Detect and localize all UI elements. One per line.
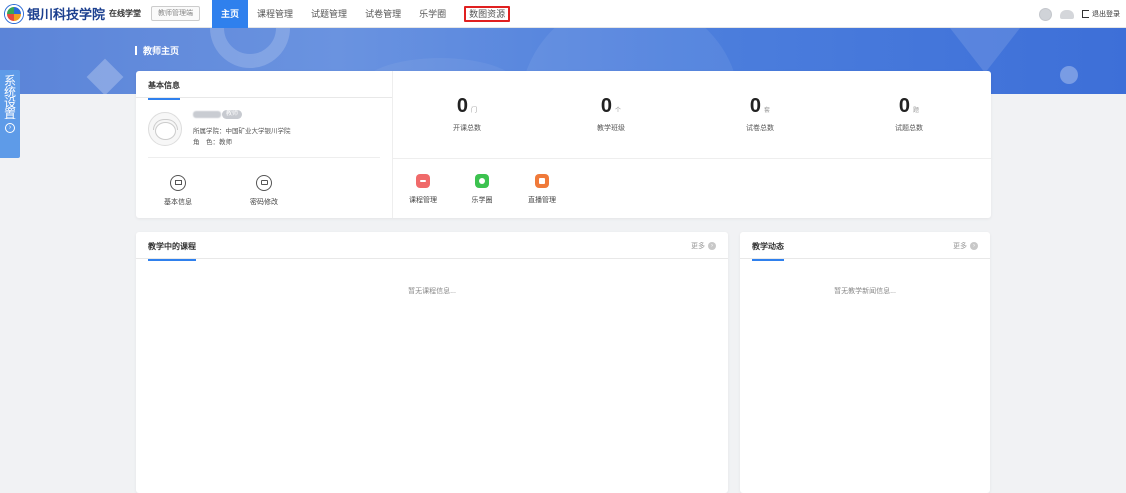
- stat-questions: 0题 试题总数: [859, 95, 959, 133]
- app-label: 课程管理: [409, 197, 437, 204]
- courses-more-link[interactable]: 更多 ›: [691, 241, 716, 251]
- school-logo[interactable]: 银川科技学院 在线学堂: [5, 0, 141, 28]
- nav-item-digital-resources-label: 数图资源: [464, 5, 511, 22]
- courses-card: 教学中的课程 更多 › 暂无课程信息...: [136, 232, 728, 493]
- divider: [148, 157, 380, 158]
- title-bar: [135, 46, 137, 55]
- app-label: 直播管理: [528, 197, 556, 204]
- school-emblem-icon: [5, 4, 23, 23]
- role-text: 角 色：教师: [193, 139, 232, 146]
- stat-unit: 个: [615, 108, 622, 114]
- stat-label: 教学班级: [597, 125, 625, 132]
- stat-courses: 0门 开课总数: [417, 95, 517, 133]
- news-card: 教学动态 更多 › 暂无教学新闻信息...: [740, 232, 990, 493]
- page-title: 教师主页: [135, 44, 179, 57]
- app-course-management[interactable]: 课程管理: [401, 174, 445, 205]
- app-learning-circle[interactable]: 乐学圈: [460, 174, 504, 205]
- stat-label: 试卷总数: [746, 125, 774, 132]
- logo-subtitle: 在线学堂: [109, 9, 142, 18]
- system-settings-tab[interactable]: 系统设置 ›: [0, 70, 20, 158]
- main-nav: 主页 课程管理 试题管理 试卷管理 乐学圈 数图资源: [212, 0, 519, 28]
- stat-papers: 0套 试卷总数: [710, 95, 810, 133]
- news-more-link[interactable]: 更多 ›: [953, 241, 978, 251]
- role-badge: 教师: [222, 110, 243, 119]
- stat-value: 0: [749, 95, 762, 117]
- username-placeholder: [1060, 9, 1074, 19]
- app-label: 乐学圈: [471, 197, 493, 204]
- stat-value: 0: [898, 95, 911, 117]
- news-title: 教学动态: [752, 241, 784, 261]
- nav-item-exam-management[interactable]: 试卷管理: [356, 0, 410, 28]
- news-header: 教学动态 更多 ›: [740, 232, 990, 261]
- college-text: 所属学院：中国矿业大学银川学院: [193, 128, 291, 135]
- stat-value: 0: [600, 95, 613, 117]
- nav-item-digital-resources[interactable]: 数图资源: [455, 0, 519, 28]
- news-empty-text: 暂无教学新闻信息...: [834, 288, 896, 295]
- id-card-icon: [170, 175, 186, 191]
- more-label: 更多: [691, 243, 705, 250]
- list-icon: [416, 174, 430, 188]
- banner-decoration: [210, 28, 290, 68]
- profile-section-title: 基本信息: [148, 80, 180, 100]
- banner-decoration: [950, 28, 1020, 73]
- courses-header: 教学中的课程 更多 ›: [136, 232, 728, 261]
- user-area: 退出登录: [1039, 0, 1120, 28]
- portal-switch-button[interactable]: 教师管理端: [151, 6, 201, 21]
- top-navbar: 银川科技学院 在线学堂 教师管理端 主页 课程管理 试题管理 试卷管理 乐学圈 …: [0, 0, 1126, 28]
- live-icon: [535, 174, 549, 188]
- system-settings-label: 系统设置: [4, 74, 17, 121]
- stat-label: 开课总数: [453, 125, 481, 132]
- courses-title: 教学中的课程: [148, 241, 196, 261]
- stat-label: 试题总数: [895, 125, 923, 132]
- more-label: 更多: [953, 243, 967, 250]
- nav-item-course-management[interactable]: 课程管理: [248, 0, 302, 28]
- chat-icon: [475, 174, 489, 188]
- app-live-management[interactable]: 直播管理: [520, 174, 564, 205]
- avatar: [148, 112, 182, 146]
- nav-item-home[interactable]: 主页: [212, 0, 249, 28]
- chevron-right-icon: ›: [708, 242, 716, 250]
- profile-card: 基本信息 教师 所属学院：中国矿业大学银川学院 角 色：教师 基本信息 密码修改…: [136, 71, 991, 218]
- nav-item-learning-circle[interactable]: 乐学圈: [410, 0, 455, 28]
- avatar-face: [155, 122, 176, 140]
- stat-classes: 0个 教学班级: [561, 95, 661, 133]
- logout-button[interactable]: 退出登录: [1082, 9, 1120, 19]
- divider: [393, 158, 991, 159]
- user-avatar-icon[interactable]: [1039, 7, 1052, 21]
- basic-info-label: 基本信息: [164, 199, 192, 206]
- logout-icon: [1082, 10, 1089, 18]
- logo-text: 银川科技学院: [27, 7, 106, 22]
- stat-unit: 套: [764, 108, 771, 114]
- chevron-right-icon: ›: [970, 242, 978, 250]
- stat-unit: 题: [913, 108, 920, 114]
- basic-info-link[interactable]: 基本信息: [148, 175, 208, 207]
- lock-icon: [256, 175, 272, 191]
- page-title-text: 教师主页: [143, 46, 180, 56]
- banner-decoration: [1060, 66, 1078, 84]
- change-password-link[interactable]: 密码修改: [234, 175, 294, 207]
- stat-unit: 门: [471, 108, 478, 114]
- courses-empty-text: 暂无课程信息...: [408, 288, 456, 295]
- change-password-label: 密码修改: [250, 199, 278, 206]
- logout-label: 退出登录: [1092, 11, 1120, 18]
- stat-value: 0: [456, 95, 469, 117]
- user-name-blurred: [193, 111, 221, 118]
- profile-header: 基本信息: [136, 71, 392, 100]
- nav-item-question-management[interactable]: 试题管理: [302, 0, 356, 28]
- banner-decoration: [86, 58, 124, 94]
- profile-pane: 基本信息 教师 所属学院：中国矿业大学银川学院 角 色：教师 基本信息 密码修改: [136, 71, 393, 218]
- chevron-right-icon: ›: [5, 123, 15, 133]
